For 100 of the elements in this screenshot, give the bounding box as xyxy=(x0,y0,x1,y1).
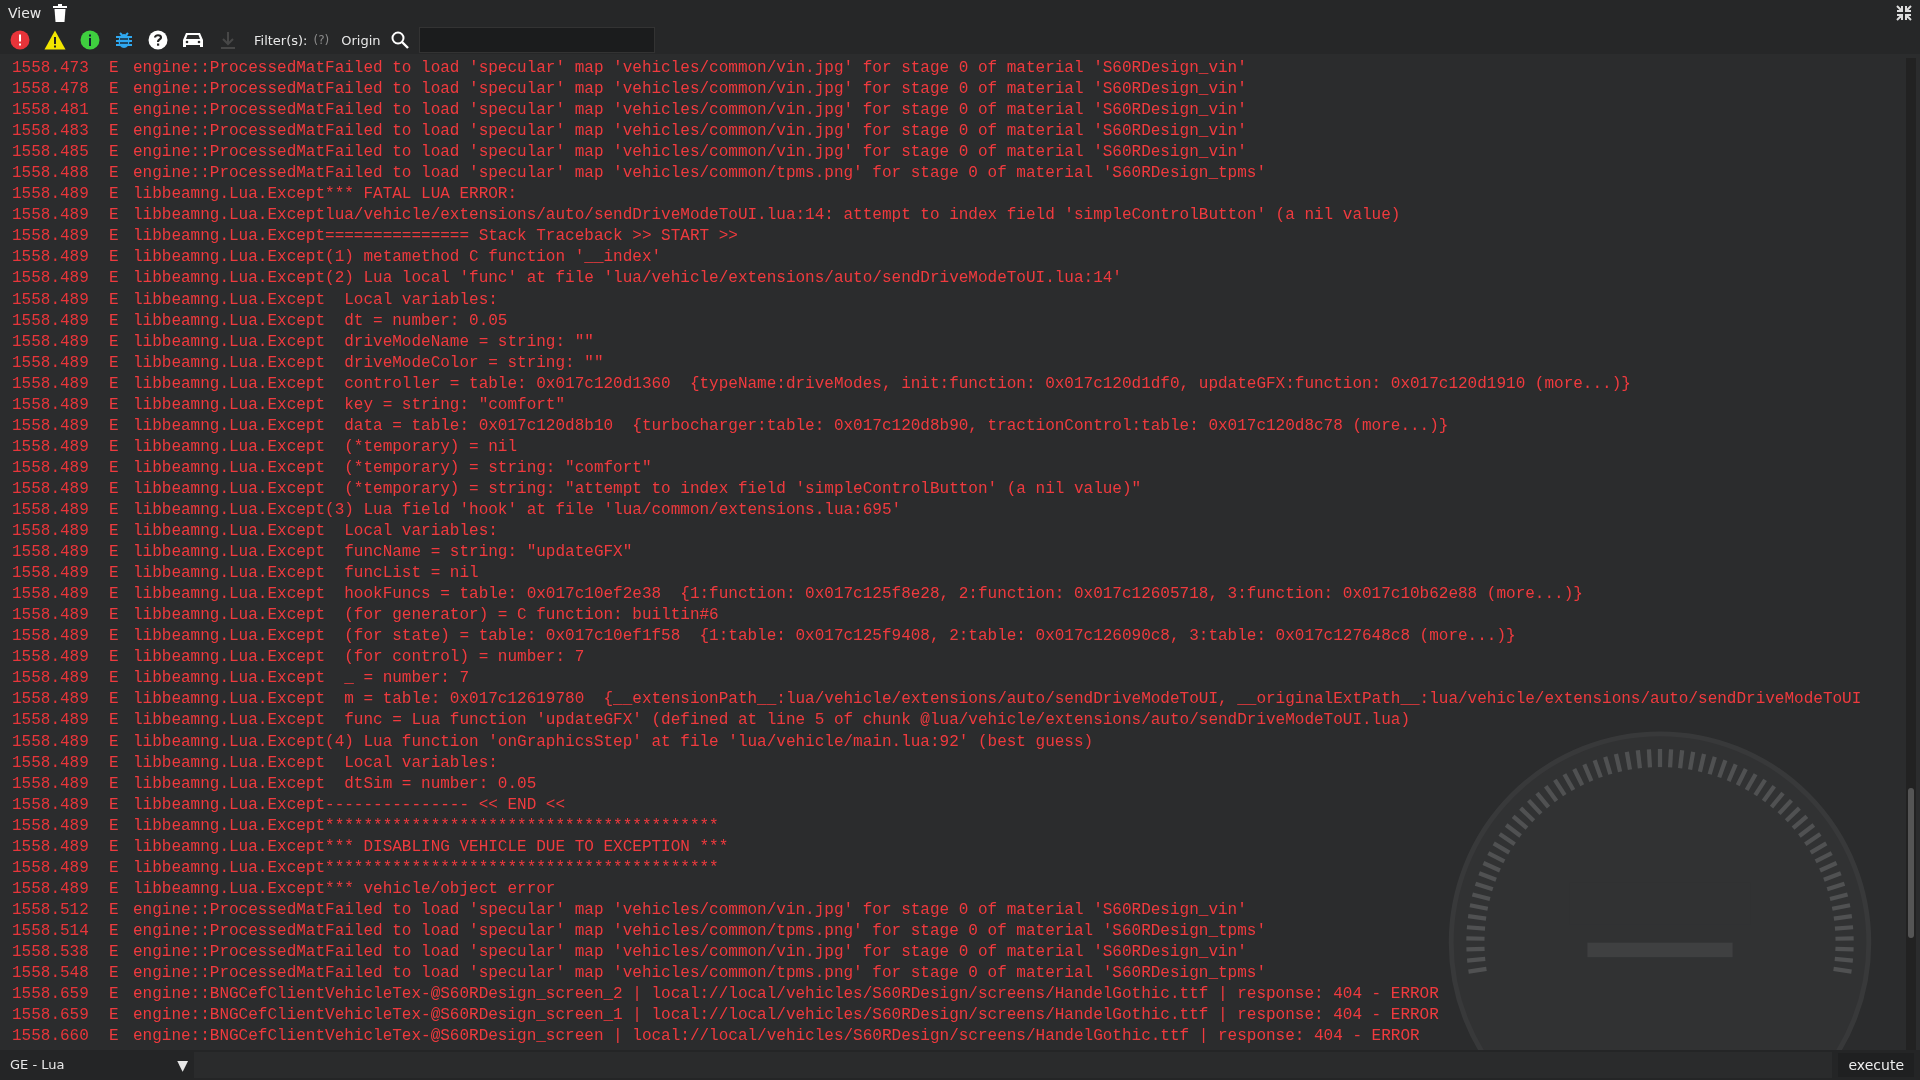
log-message: engine::ProcessedMatFailed to load 'specular' map 'vehicles/common/vin.jpg' for stage 0 of material 'S60RDesign_vin' xyxy=(133,79,1247,101)
log-message: libbeamng.Lua.Except (*temporary) = string: "attempt to index field 'simpleControlButton' (a nil value)" xyxy=(133,478,1142,500)
log-message: libbeamng.Lua.Except***************************************** xyxy=(133,815,719,837)
log-message: libbeamng.Lua.Exceptlua/vehicle/extensions/auto/sendDriveModeToUI.lua:14: attempt to index field 'simpleControlButton' (a nil value) xyxy=(133,205,1401,227)
log-message: libbeamng.Lua.Except key = string: "comfort" xyxy=(133,394,566,416)
log-timestamp: 1558.489 xyxy=(12,352,90,374)
log-level: E xyxy=(109,79,120,101)
execute-button[interactable]: execute xyxy=(1838,1053,1914,1077)
log-message: engine::ProcessedMatFailed to load 'specular' map 'vehicles/common/vin.jpg' for stage 0 of material 'S60RDesign_vin' xyxy=(133,941,1247,963)
log-message: engine::ProcessedMatFailed to load 'specular' map 'vehicles/common/vin.jpg' for stage 0 of material 'S60RDesign_vin' xyxy=(133,100,1247,122)
scrollbar[interactable] xyxy=(1906,58,1916,1050)
log-level: E xyxy=(109,815,120,837)
log-timestamp: 1558.489 xyxy=(12,773,90,795)
log-level: E xyxy=(109,626,120,648)
log-timestamp: 1558.488 xyxy=(12,163,90,185)
log-message: libbeamng.Lua.Except (for generator) = C function: builtin#6 xyxy=(133,605,719,627)
search-icon[interactable] xyxy=(390,31,409,49)
log-message: libbeamng.Lua.Except Local variables: xyxy=(133,752,498,774)
log-timestamp: 1558.489 xyxy=(12,521,90,543)
log-level: E xyxy=(109,163,120,185)
context-dropdown[interactable]: GE - Lua ▼ xyxy=(10,1057,188,1073)
log-level: E xyxy=(109,899,120,921)
log-message: libbeamng.Lua.Except driveModeColor = string: "" xyxy=(133,352,604,374)
log-level: E xyxy=(109,415,120,437)
log-timestamp: 1558.489 xyxy=(12,752,90,774)
log-message: engine::ProcessedMatFailed to load 'specular' map 'vehicles/common/tpms.png' for stage 0 of material 'S60RDesign_tpms' xyxy=(133,920,1266,942)
filter-label: Filter(s): xyxy=(254,32,308,48)
log-message: libbeamng.Lua.Except (for control) = number: 7 xyxy=(133,647,585,669)
log-message: libbeamng.Lua.Except(4) Lua function 'onGraphicsStep' at file 'lua/vehicle/main.lua:92' (best guess) xyxy=(133,731,1094,753)
log-timestamp: 1558.478 xyxy=(12,79,90,101)
log-message: libbeamng.Lua.Except=============== Stack Traceback >> START >> xyxy=(133,226,738,248)
log-level: E xyxy=(109,963,120,984)
log-level: E xyxy=(109,1026,120,1048)
log-level: E xyxy=(109,100,120,122)
log-level: E xyxy=(109,542,120,564)
log-message: engine::ProcessedMatFailed to load 'specular' map 'vehicles/common/tpms.png' for stage 0 of material 'S60RDesign_tpms' xyxy=(133,963,1266,984)
log-level: E xyxy=(109,478,120,500)
log-level: E xyxy=(109,878,120,900)
collapse-icon[interactable] xyxy=(1896,5,1912,21)
log-message: libbeamng.Lua.Except*** DISABLING VEHICLE DUE TO EXCEPTION *** xyxy=(133,836,729,858)
log-message: engine::BNGCefClientVehicleTex-@S60RDesign_screen_1 | local://local/vehicles/S60RDesign/screens/HandelGothic.ttf | response: 404 - ERROR xyxy=(133,1005,1439,1027)
log-level: E xyxy=(109,689,120,711)
log-level: E xyxy=(109,731,120,753)
filter-help-hint[interactable]: (?) xyxy=(313,33,330,47)
log-timestamp: 1558.489 xyxy=(12,710,90,732)
log-timestamp: 1558.489 xyxy=(12,457,90,479)
log-level: E xyxy=(109,247,120,269)
trash-icon[interactable] xyxy=(53,4,68,22)
log-timestamp: 1558.489 xyxy=(12,542,90,564)
log-message: libbeamng.Lua.Except Local variables: xyxy=(133,521,498,543)
log-message: libbeamng.Lua.Except Local variables: xyxy=(133,289,498,311)
log-timestamp: 1558.660 xyxy=(12,1026,90,1048)
filter-input-field[interactable] xyxy=(418,27,655,53)
log-level: E xyxy=(109,268,120,290)
log-level: E xyxy=(109,142,120,164)
log-timestamp: 1558.489 xyxy=(12,794,90,816)
log-timestamp: 1558.489 xyxy=(12,563,90,585)
view-menu[interactable]: View xyxy=(8,5,42,21)
log-message: libbeamng.Lua.Except controller = table: 0x017c120d1360 {typeName:driveModes, init:function: 0x017c120d1df0, updateGFX:function: 0x017c120d1910 (more...)} xyxy=(133,373,1631,395)
log-level: E xyxy=(109,310,120,332)
log-timestamp: 1558.489 xyxy=(12,394,90,416)
log-timestamp: 1558.473 xyxy=(12,58,90,79)
log-level: E xyxy=(109,373,120,395)
log-timestamp: 1558.489 xyxy=(12,647,90,669)
log-timestamp: 1558.483 xyxy=(12,121,90,143)
log-message: engine::ProcessedMatFailed to load 'specular' map 'vehicles/common/vin.jpg' for stage 0 of material 'S60RDesign_vin' xyxy=(133,142,1247,164)
log-timestamp: 1558.489 xyxy=(12,731,90,753)
log-message: libbeamng.Lua.Except(1) metamethod C function '__index' xyxy=(133,247,662,269)
log-level: E xyxy=(109,289,120,311)
log-timestamp: 1558.514 xyxy=(12,920,90,942)
log-message: engine::ProcessedMatFailed to load 'specular' map 'vehicles/common/vin.jpg' for stage 0 of material 'S60RDesign_vin' xyxy=(133,899,1247,921)
log-timestamp: 1558.489 xyxy=(12,689,90,711)
log-timestamp: 1558.489 xyxy=(12,415,90,437)
origin-label: Origin xyxy=(341,32,381,48)
log-level: E xyxy=(109,58,120,79)
log-level: E xyxy=(109,394,120,416)
log-level: E xyxy=(109,205,120,227)
log-message: engine::ProcessedMatFailed to load 'specular' map 'vehicles/common/vin.jpg' for stage 0 of material 'S60RDesign_vin' xyxy=(133,121,1247,143)
log-timestamp: 1558.659 xyxy=(12,1005,90,1027)
log-level: E xyxy=(109,605,120,627)
log-timestamp: 1558.489 xyxy=(12,268,90,290)
log-timestamp: 1558.489 xyxy=(12,668,90,690)
log-message: libbeamng.Lua.Except--------------- << END << xyxy=(133,794,566,816)
log-level: E xyxy=(109,331,120,353)
log-level: E xyxy=(109,521,120,543)
log-level: E xyxy=(109,436,120,458)
log-message: libbeamng.Lua.Except (for state) = table: 0x017c10ef1f58 {1:table: 0x017c125f9408, 2:table: 0x017c126090c8, 3:table: 0x017c127648c8 (more...)} xyxy=(133,626,1516,648)
log-level: E xyxy=(109,857,120,879)
log-timestamp: 1558.489 xyxy=(12,857,90,879)
log-timestamp: 1558.489 xyxy=(12,373,90,395)
log-level: E xyxy=(109,647,120,669)
log-message: libbeamng.Lua.Except*** vehicle/object error xyxy=(133,878,556,900)
log-message: libbeamng.Lua.Except func = Lua function 'updateGFX' (defined at line 5 of chunk @lua/vehicle/extensions/auto/sendDriveModeToUI.lua) xyxy=(133,710,1410,732)
log-message: libbeamng.Lua.Except funcList = nil xyxy=(133,563,479,585)
log-level: E xyxy=(109,584,120,606)
log-level: E xyxy=(109,457,120,479)
log-message: engine::ProcessedMatFailed to load 'specular' map 'vehicles/common/tpms.png' for stage 0 of material 'S60RDesign_tpms' xyxy=(133,163,1266,185)
log-timestamp: 1558.489 xyxy=(12,836,90,858)
log-timestamp: 1558.489 xyxy=(12,815,90,837)
log-timestamp: 1558.489 xyxy=(12,605,90,627)
